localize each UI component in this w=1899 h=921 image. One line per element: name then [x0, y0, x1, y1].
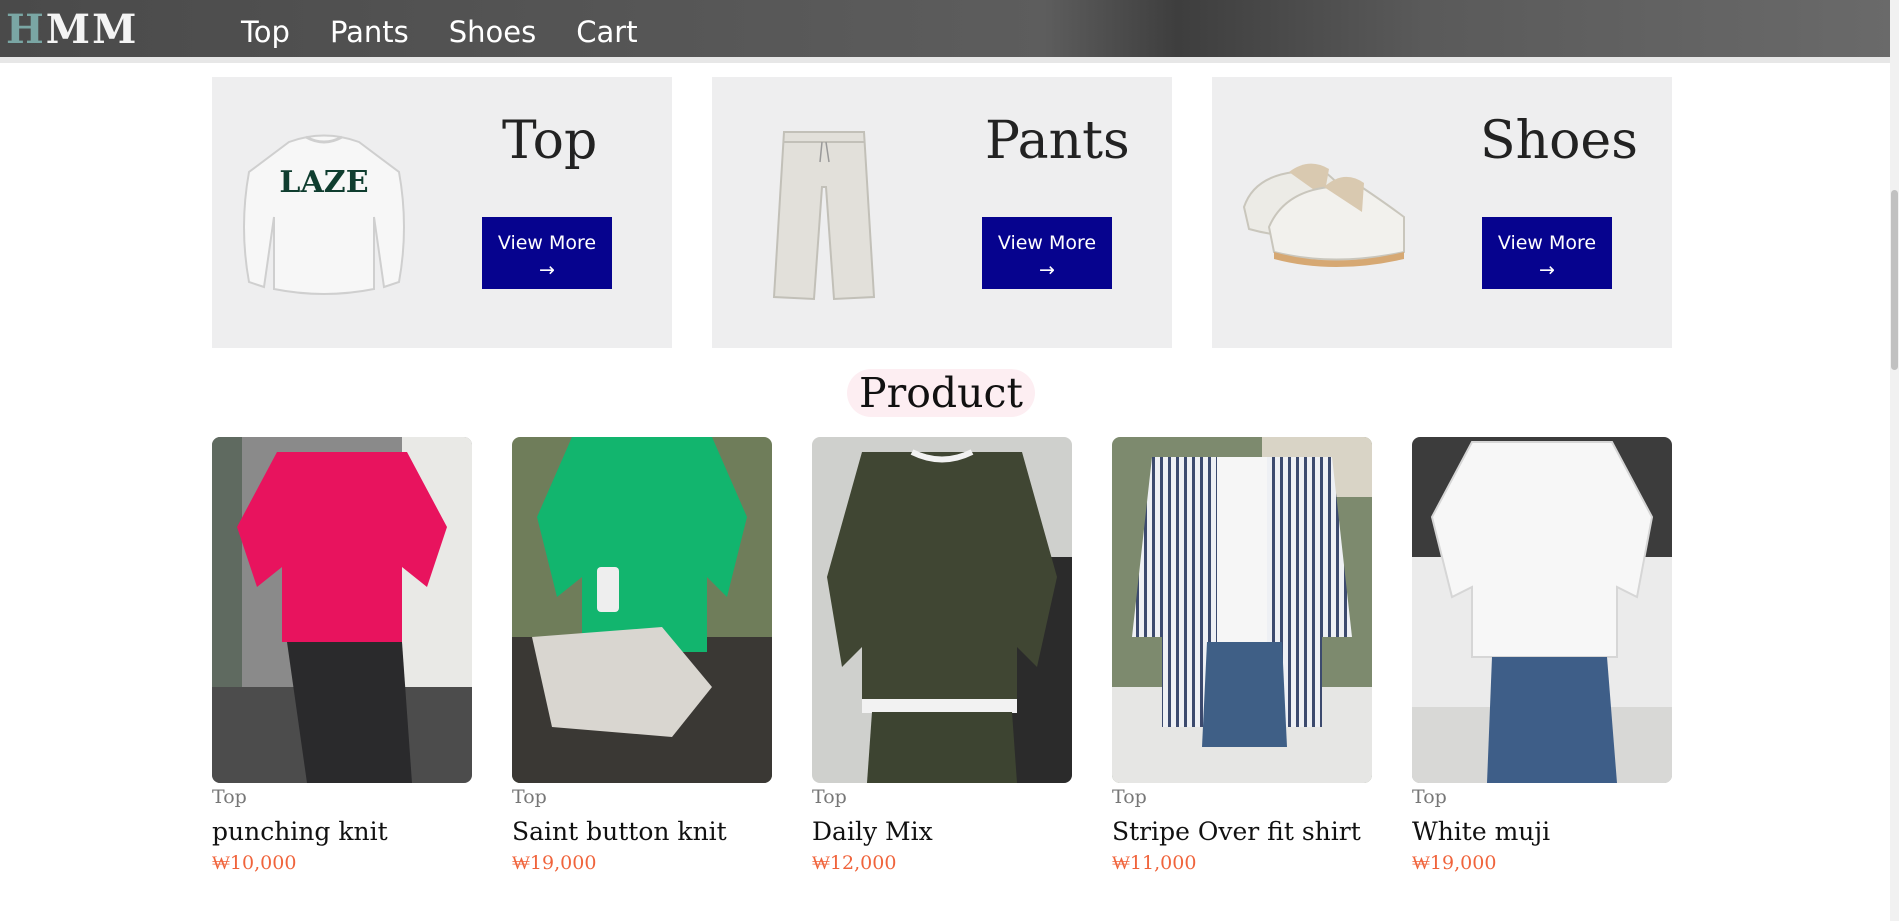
category-card-shoes: Shoes View More → — [1212, 77, 1672, 348]
product-image[interactable] — [512, 437, 772, 783]
product-category: Top — [1412, 786, 1447, 808]
page: HMM Top Pants Shoes Cart LAZE Top View M… — [0, 0, 1899, 921]
category-card-top: LAZE Top View More → — [212, 77, 672, 348]
product-name[interactable]: Stripe Over fit shirt — [1112, 816, 1372, 848]
product-section-title: Product — [847, 369, 1035, 417]
view-more-label: View More — [497, 231, 597, 254]
product-category: Top — [812, 786, 847, 808]
arrow-right-icon: → — [1039, 258, 1055, 281]
product-card-saint-button-knit[interactable]: Top Saint button knit ₩19,000 — [512, 437, 772, 876]
sweatshirt-image: LAZE — [243, 134, 405, 295]
sneakers-image — [1242, 163, 1405, 267]
nav-link-top[interactable]: Top — [241, 0, 290, 58]
product-image[interactable] — [212, 437, 472, 783]
view-more-shoes-button[interactable]: View More → — [1482, 217, 1612, 289]
pants-image — [772, 131, 876, 301]
nav-link-cart[interactable]: Cart — [576, 0, 637, 58]
view-more-pants-button[interactable]: View More → — [982, 217, 1112, 289]
product-price: ₩10,000 — [212, 852, 297, 874]
site-logo[interactable]: HMM — [6, 4, 138, 54]
product-card-punching-knit[interactable]: Top punching knit ₩10,000 — [212, 437, 472, 876]
top-navbar: HMM Top Pants Shoes Cart — [0, 0, 1899, 63]
arrow-right-icon: → — [1539, 258, 1555, 281]
product-category: Top — [512, 786, 547, 808]
arrow-right-icon: → — [539, 258, 555, 281]
product-card-stripe-over-fit-shirt[interactable]: Top Stripe Over fit shirt ₩11,000 — [1112, 437, 1372, 876]
nav-link-shoes[interactable]: Shoes — [449, 0, 536, 58]
product-price: ₩19,000 — [1412, 852, 1497, 874]
product-price: ₩19,000 — [512, 852, 597, 874]
product-image[interactable] — [1412, 437, 1672, 783]
nav-links: Top Pants Shoes Cart — [241, 0, 678, 58]
svg-text:LAZE: LAZE — [279, 165, 368, 200]
product-name[interactable]: punching knit — [212, 816, 472, 848]
page-scrollbar[interactable] — [1890, 0, 1899, 921]
product-name[interactable]: Saint button knit — [512, 816, 772, 848]
logo-letters-mm: MM — [45, 6, 139, 53]
category-title-pants: Pants — [985, 111, 1130, 171]
product-price: ₩12,000 — [812, 852, 897, 874]
product-card-daily-mix[interactable]: Top Daily Mix ₩12,000 — [812, 437, 1072, 876]
nav-link-pants[interactable]: Pants — [330, 0, 409, 58]
product-category: Top — [1112, 786, 1147, 808]
product-name[interactable]: Daily Mix — [812, 816, 1072, 848]
product-category: Top — [212, 786, 247, 808]
category-title-shoes: Shoes — [1480, 111, 1638, 171]
product-image[interactable] — [812, 437, 1072, 783]
category-card-pants: Pants View More → — [712, 77, 1172, 348]
category-title-top: Top — [502, 111, 598, 171]
scrollbar-thumb[interactable] — [1891, 190, 1898, 370]
product-image[interactable] — [1112, 437, 1372, 783]
logo-letter-h: H — [6, 6, 46, 53]
product-name[interactable]: White muji — [1412, 816, 1672, 848]
view-more-label: View More — [997, 231, 1097, 254]
product-card-white-muji[interactable]: Top White muji ₩19,000 — [1412, 437, 1672, 876]
view-more-label: View More — [1497, 231, 1597, 254]
view-more-top-button[interactable]: View More → — [482, 217, 612, 289]
product-price: ₩11,000 — [1112, 852, 1197, 874]
